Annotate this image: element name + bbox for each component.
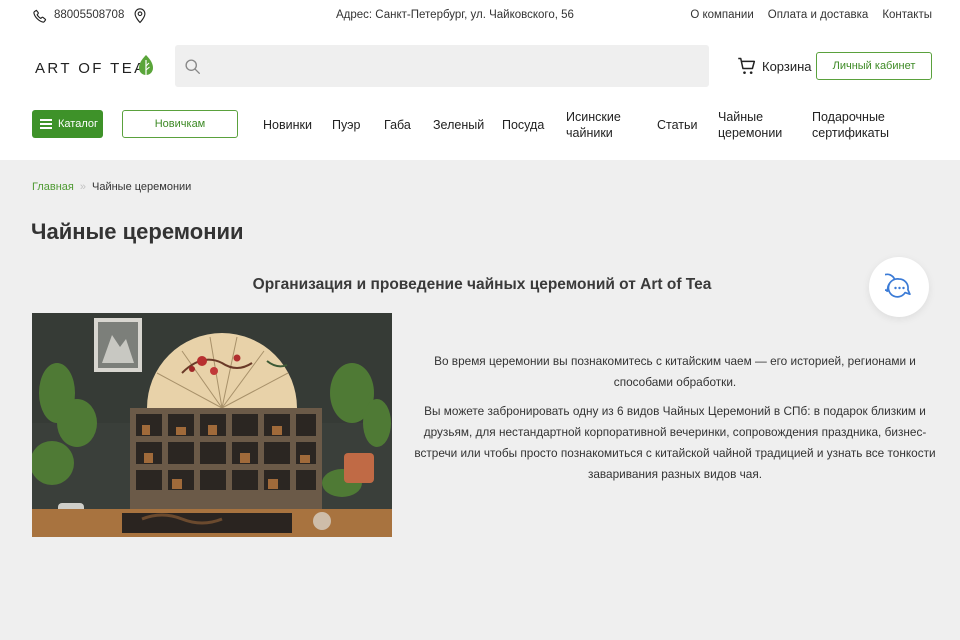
page-subtitle: Организация и проведение чайных церемони… xyxy=(252,276,712,293)
breadcrumb-home[interactable]: Главная xyxy=(32,181,74,193)
nav-item-green[interactable]: Зеленый xyxy=(433,117,484,133)
link-about[interactable]: О компании xyxy=(690,9,753,21)
logo[interactable]: ART OF TEA xyxy=(35,60,147,77)
nav-item-yixing-teapots[interactable]: Исинские чайники xyxy=(566,109,636,141)
link-contacts[interactable]: Контакты xyxy=(882,9,932,21)
phone-number[interactable]: 88005508708 xyxy=(54,9,124,21)
nav-item-gaba[interactable]: Габа xyxy=(384,117,411,133)
description-paragraph: Во время церемонии вы познакомитесь с ки… xyxy=(434,354,916,389)
breadcrumb-separator: » xyxy=(79,181,86,193)
menu-icon xyxy=(40,119,52,129)
breadcrumb: Главная » Чайные церемонии xyxy=(32,181,191,193)
store-address: Адрес: Санкт-Петербург, ул. Чайковского,… xyxy=(336,9,574,21)
catalog-button[interactable]: Каталог xyxy=(32,110,103,138)
tea-ceremony-photo xyxy=(32,313,392,537)
ceremony-description: Во время церемонии вы познакомитесь с ки… xyxy=(412,351,938,493)
nav-item-articles[interactable]: Статьи xyxy=(657,117,698,133)
nav-item-tableware[interactable]: Посуда xyxy=(502,117,544,133)
top-bar: 88005508708 Адрес: Санкт-Петербург, ул. … xyxy=(0,0,960,32)
page-title: Чайные церемонии xyxy=(31,219,244,244)
breadcrumb-current: Чайные церемонии xyxy=(92,181,192,193)
description-paragraph: Вы можете забронировать одну из 6 видов … xyxy=(414,404,936,481)
tea-leaf-icon xyxy=(139,55,153,75)
chat-button[interactable] xyxy=(869,257,929,317)
site-header: ART OF TEA Корзина Личный кабинет Катало… xyxy=(0,32,960,160)
nav-item-puer[interactable]: Пуэр xyxy=(332,117,360,133)
search-input[interactable] xyxy=(175,45,709,87)
cart-label[interactable]: Корзина xyxy=(762,59,812,74)
location-pin-icon[interactable] xyxy=(133,7,147,24)
newbie-button[interactable]: Новичкам xyxy=(122,110,238,138)
chat-bubbles-icon xyxy=(885,273,911,298)
top-links: О компании Оплата и доставка Контакты xyxy=(690,9,932,21)
nav-item-gift-certificates[interactable]: Подарочные сертификаты xyxy=(812,109,902,141)
nav-item-new[interactable]: Новинки xyxy=(263,117,312,133)
cart-icon[interactable] xyxy=(737,56,757,76)
phone-icon xyxy=(33,9,47,23)
catalog-label: Каталог xyxy=(58,118,98,130)
link-payment-delivery[interactable]: Оплата и доставка xyxy=(768,9,869,21)
account-button[interactable]: Личный кабинет xyxy=(816,52,932,80)
nav-item-tea-ceremonies[interactable]: Чайные церемонии xyxy=(718,109,788,141)
